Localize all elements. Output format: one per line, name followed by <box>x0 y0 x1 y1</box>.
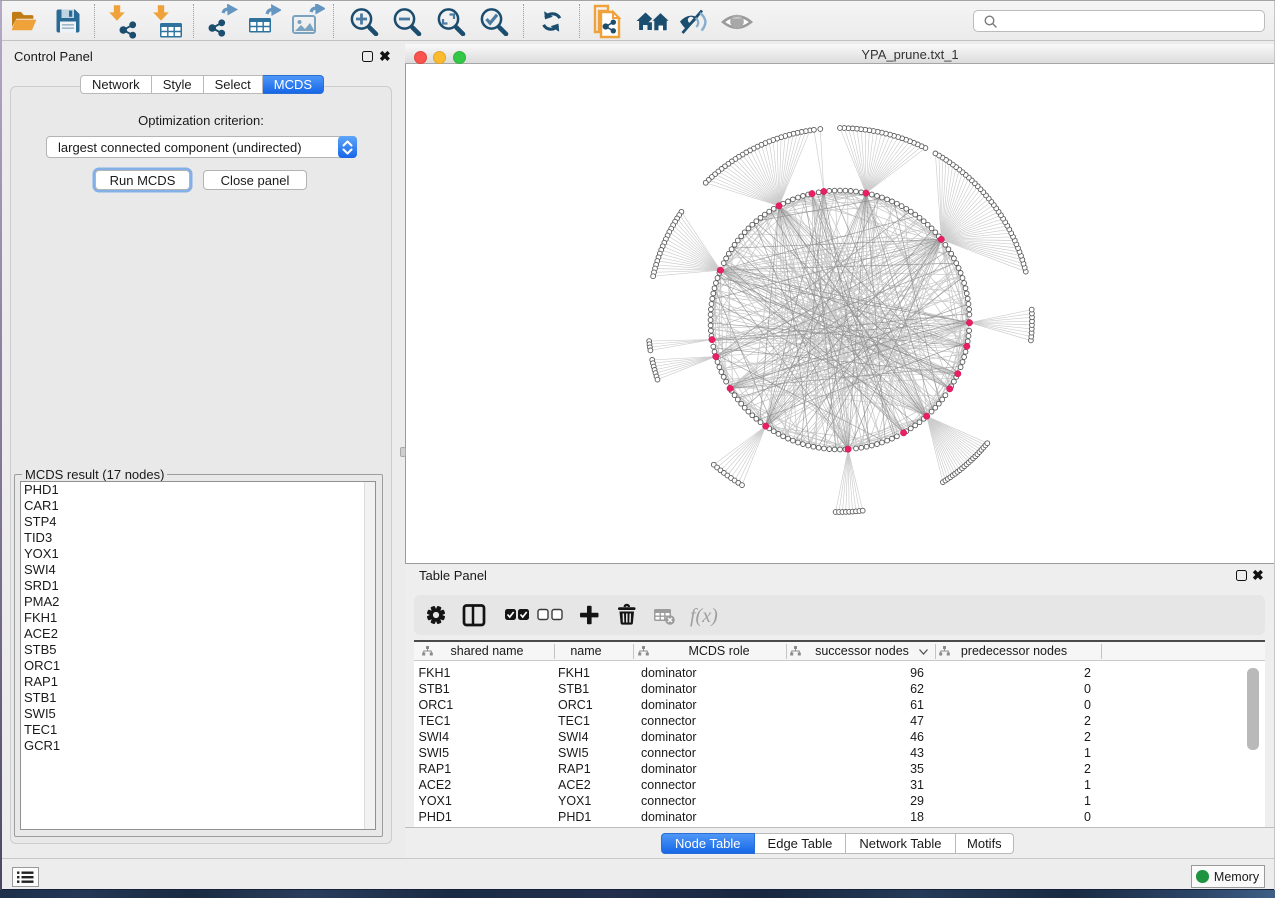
svg-text:f(x): f(x) <box>690 605 718 627</box>
